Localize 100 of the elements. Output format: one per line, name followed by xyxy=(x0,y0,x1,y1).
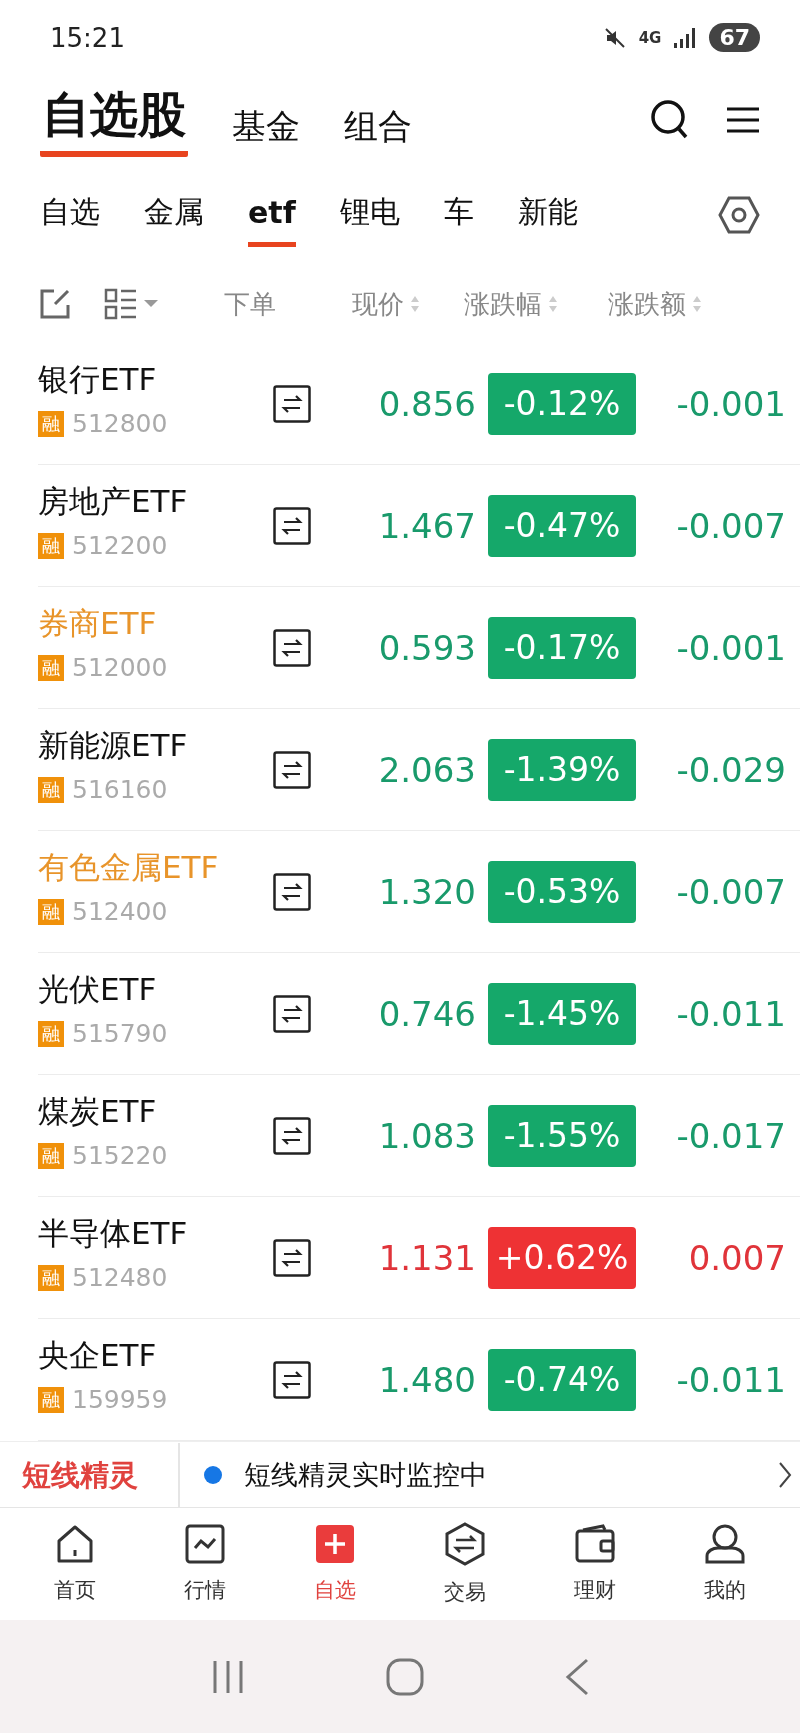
change-value: -0.007 xyxy=(675,871,786,912)
fund-name[interactable]: 光伏ETF xyxy=(38,969,253,1011)
exchange-icon xyxy=(444,1522,486,1566)
change-value: -0.017 xyxy=(675,1115,786,1156)
column-header: 下单 xyxy=(224,287,276,321)
header-tab[interactable]: 自选股 xyxy=(40,83,188,157)
signal-icon xyxy=(673,26,698,49)
wallet-icon xyxy=(575,1524,615,1564)
status-dot-icon xyxy=(204,1465,222,1484)
price-value: 1.467 xyxy=(377,505,476,546)
plus-icon xyxy=(315,1524,355,1564)
category-tab[interactable]: 自选 xyxy=(40,180,100,250)
change-percent: -0.17% xyxy=(488,616,636,679)
trade-icon[interactable] xyxy=(273,1116,311,1155)
price-value: 0.746 xyxy=(377,993,476,1034)
margin-badge: 融 xyxy=(38,898,64,925)
category-tab[interactable]: 金属 xyxy=(144,180,204,250)
sort-header[interactable]: 涨跌额 xyxy=(608,286,686,322)
sort-header[interactable]: 现价 xyxy=(352,286,404,322)
change-percent: -0.74% xyxy=(488,1348,636,1411)
change-value: -0.011 xyxy=(675,993,786,1034)
nav-tab[interactable]: 我的 xyxy=(675,1524,775,1604)
change-percent: -1.55% xyxy=(488,1104,636,1167)
back-icon[interactable] xyxy=(564,1657,590,1696)
fund-code: 516160 xyxy=(72,775,168,804)
mute-icon xyxy=(602,25,627,50)
nav-tab[interactable]: 行情 xyxy=(155,1524,255,1604)
change-percent: +0.62% xyxy=(488,1226,636,1289)
price-value: 0.856 xyxy=(377,383,476,424)
settings-icon[interactable] xyxy=(718,196,760,234)
fund-code: 512400 xyxy=(72,897,168,926)
fund-name[interactable]: 银行ETF xyxy=(38,359,253,401)
nav-tab[interactable]: 交易 xyxy=(415,1522,515,1606)
change-value: -0.029 xyxy=(675,749,786,790)
trade-icon[interactable] xyxy=(273,750,311,789)
fund-name[interactable]: 煤炭ETF xyxy=(38,1091,253,1133)
user-icon xyxy=(704,1524,746,1564)
header-tab[interactable]: 组合 xyxy=(344,90,412,150)
change-percent: -0.47% xyxy=(488,494,636,557)
price-value: 2.063 xyxy=(377,749,476,790)
margin-badge: 融 xyxy=(38,654,64,681)
trade-icon[interactable] xyxy=(273,994,311,1033)
network-label: 4G xyxy=(638,28,662,47)
trade-icon[interactable] xyxy=(273,384,311,423)
margin-badge: 融 xyxy=(38,1386,64,1413)
margin-badge: 融 xyxy=(38,1142,64,1169)
trade-icon[interactable] xyxy=(273,1360,311,1399)
home-button-icon[interactable] xyxy=(386,1657,424,1696)
category-tab[interactable]: etf xyxy=(248,183,296,247)
header-tab[interactable]: 基金 xyxy=(232,90,300,150)
price-value: 1.480 xyxy=(377,1359,476,1400)
category-tab[interactable]: 新能 xyxy=(517,180,578,250)
change-percent: -1.45% xyxy=(488,982,636,1045)
fund-code: 512480 xyxy=(72,1263,168,1292)
change-value: 0.007 xyxy=(687,1237,786,1278)
price-value: 0.593 xyxy=(377,627,476,668)
search-icon[interactable] xyxy=(650,99,690,141)
change-value: -0.007 xyxy=(675,505,786,546)
menu-icon[interactable] xyxy=(726,106,760,134)
trade-icon[interactable] xyxy=(273,506,311,545)
category-tab[interactable]: 车 xyxy=(443,180,474,250)
nav-tab[interactable]: 自选 xyxy=(285,1524,385,1604)
banner-message[interactable]: 短线精灵实时监控中 xyxy=(244,1456,487,1493)
price-value: 1.320 xyxy=(377,871,476,912)
nav-tab[interactable]: 理财 xyxy=(545,1524,645,1604)
change-value: -0.001 xyxy=(675,383,786,424)
fund-code: 512200 xyxy=(72,531,168,560)
change-percent: -1.39% xyxy=(488,738,636,801)
margin-badge: 融 xyxy=(38,1020,64,1047)
margin-badge: 融 xyxy=(38,776,64,803)
fund-code: 159959 xyxy=(72,1385,168,1414)
margin-badge: 融 xyxy=(38,532,64,559)
nav-tab[interactable]: 首页 xyxy=(25,1524,125,1604)
margin-badge: 融 xyxy=(38,410,64,437)
sort-header[interactable]: 涨跌幅 xyxy=(464,286,542,322)
change-value: -0.011 xyxy=(675,1359,786,1400)
chart-icon xyxy=(185,1524,225,1564)
fund-name[interactable]: 新能源ETF xyxy=(38,725,253,767)
fund-code: 512800 xyxy=(72,409,168,438)
fund-name[interactable]: 央企ETF xyxy=(38,1335,253,1377)
fund-code: 512000 xyxy=(72,653,168,682)
fund-name[interactable]: 房地产ETF xyxy=(38,481,253,523)
battery-level: 67 xyxy=(709,23,760,52)
fund-code: 515220 xyxy=(72,1141,168,1170)
trade-icon[interactable] xyxy=(273,1238,311,1277)
trade-icon[interactable] xyxy=(273,872,311,911)
status-time: 15:21 xyxy=(50,22,125,53)
category-tab[interactable]: 锂电 xyxy=(339,180,400,250)
change-value: -0.001 xyxy=(675,627,786,668)
price-value: 1.131 xyxy=(377,1237,476,1278)
change-percent: -0.12% xyxy=(488,372,636,435)
fund-code: 515790 xyxy=(72,1019,168,1048)
home-icon xyxy=(55,1524,95,1564)
edit-icon[interactable] xyxy=(40,289,70,319)
margin-badge: 融 xyxy=(38,1264,64,1291)
price-value: 1.083 xyxy=(377,1115,476,1156)
trade-icon[interactable] xyxy=(273,628,311,667)
chevron-right-icon[interactable] xyxy=(778,1460,792,1489)
banner-title[interactable]: 短线精灵 xyxy=(0,1442,180,1507)
fund-name[interactable]: 半导体ETF xyxy=(38,1213,253,1255)
